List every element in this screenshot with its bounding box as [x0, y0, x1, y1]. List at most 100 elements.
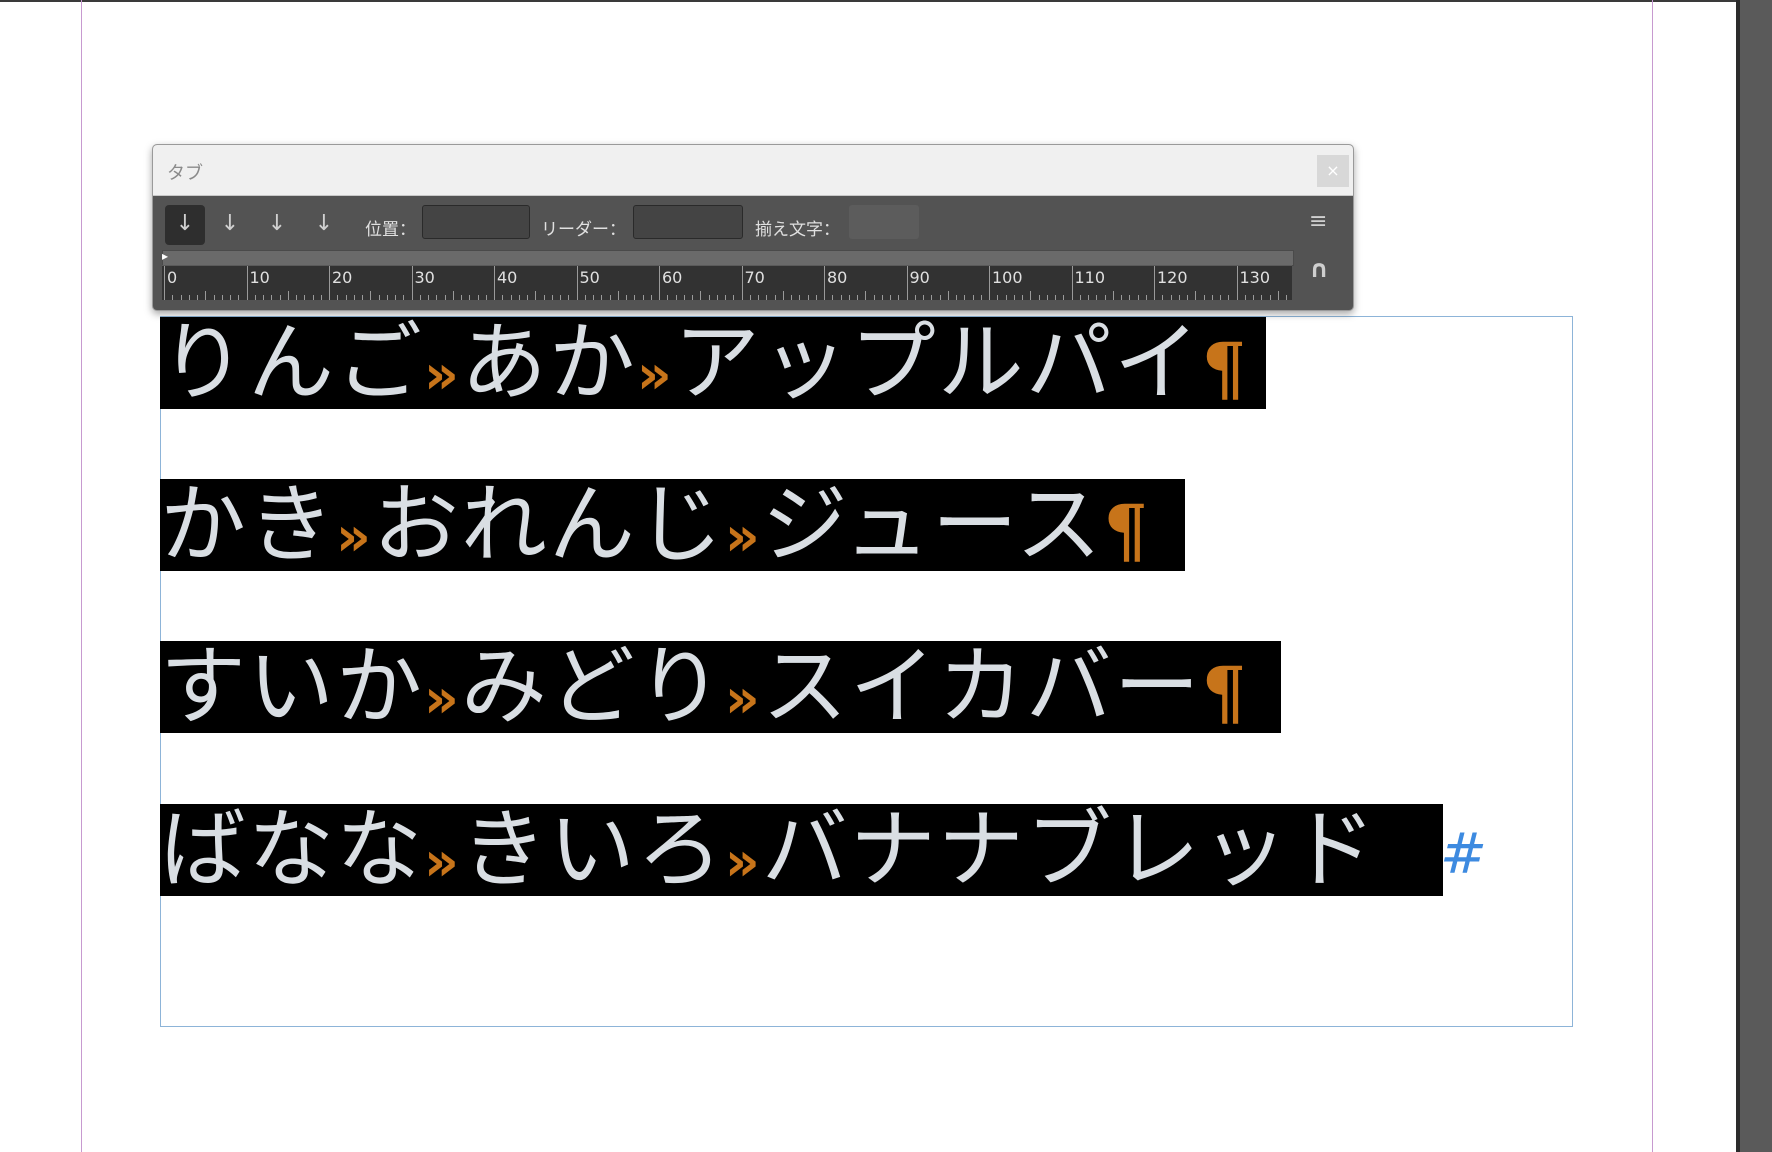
- panel-titlebar[interactable]: タブ ×: [153, 145, 1353, 196]
- vertical-scrollbar[interactable]: [1736, 0, 1772, 1152]
- ruler-minor-tick: [1013, 295, 1015, 300]
- ruler-minor-tick: [502, 295, 504, 300]
- leader-label: リーダー：: [541, 220, 626, 240]
- ruler-minor-tick: [469, 295, 471, 300]
- ruler-minor-tick: [221, 295, 223, 300]
- tab-stop-strip[interactable]: [162, 250, 1294, 266]
- ruler-minor-tick: [593, 295, 594, 300]
- close-button[interactable]: ×: [1317, 155, 1349, 187]
- ruler-major-tick: [906, 266, 908, 300]
- align-on-input[interactable]: [849, 205, 919, 239]
- ruler-minor-tick: [560, 295, 561, 300]
- ruler-minor-tick: [601, 295, 603, 300]
- ruler-tick-label: 10: [249, 268, 270, 287]
- ruler-minor-tick: [898, 295, 900, 300]
- ruler-minor-tick: [584, 295, 586, 300]
- leader-input[interactable]: [633, 205, 743, 239]
- ruler-minor-tick: [692, 295, 693, 300]
- ruler-minor-tick: [444, 295, 446, 300]
- ruler-minor-tick: [345, 295, 347, 300]
- line-2-word-2: おれんじ: [372, 475, 725, 575]
- text-line-1[interactable]: りんご»あか»アップルパイ¶: [160, 317, 1266, 410]
- line-1-word-1: りんご: [160, 313, 424, 413]
- ruler-minor-tick: [403, 295, 405, 300]
- ruler-minor-tick: [642, 295, 644, 300]
- ruler-minor-tick: [271, 295, 273, 300]
- ruler-minor-tick: [766, 295, 768, 300]
- position-input[interactable]: [422, 205, 530, 239]
- ruler-tick-label: 20: [332, 268, 353, 287]
- ruler-major-tick: [1236, 266, 1238, 300]
- align-to-decimal-tab-button[interactable]: ↓: [304, 205, 344, 245]
- ruler-major-tick: [494, 266, 495, 300]
- ruler-minor-tick: [263, 295, 264, 300]
- ruler-minor-tick: [758, 295, 759, 300]
- ruler-minor-tick: [700, 291, 702, 300]
- ruler-minor-tick: [617, 291, 619, 300]
- ruler-minor-tick: [337, 295, 339, 300]
- ruler-minor-tick: [1261, 295, 1263, 300]
- ruler-minor-tick: [1253, 295, 1254, 300]
- text-line-2[interactable]: かき»おれんじ»ジュース¶: [160, 479, 1185, 572]
- ruler-minor-tick: [279, 295, 281, 300]
- right-justified-tab-button[interactable]: ↓: [257, 205, 297, 245]
- ruler-major-tick: [246, 266, 248, 300]
- ruler-minor-tick: [1195, 291, 1197, 300]
- ruler-minor-tick: [799, 295, 801, 300]
- ruler-minor-tick: [419, 295, 421, 300]
- ruler-tick-label: 30: [414, 268, 435, 287]
- ruler-minor-tick: [832, 295, 834, 300]
- ruler-minor-tick: [873, 295, 875, 300]
- ruler-minor-tick: [774, 295, 776, 300]
- ruler-major-tick: [824, 266, 825, 300]
- ruler-minor-tick: [1228, 295, 1230, 300]
- ruler-minor-tick: [626, 295, 627, 300]
- ruler-minor-tick: [848, 295, 850, 300]
- ruler-minor-tick: [857, 295, 858, 300]
- ruler-minor-tick: [782, 291, 784, 300]
- ruler-major-tick: [659, 266, 660, 300]
- ruler-major-tick: [164, 266, 165, 300]
- ruler-minor-tick: [667, 295, 669, 300]
- text-line-4[interactable]: ばなな»きいろ»バナナブレッド: [160, 804, 1443, 896]
- ruler-minor-tick: [312, 295, 314, 300]
- ruler-minor-tick: [551, 295, 553, 300]
- ruler-minor-tick: [1088, 295, 1089, 300]
- text-line-3[interactable]: すいか»みどり»スイカバー¶: [160, 641, 1281, 734]
- line-4-word-3: バナナブレッド: [761, 800, 1378, 900]
- ruler-minor-tick: [964, 295, 966, 300]
- ruler-minor-tick: [543, 295, 545, 300]
- ruler-minor-tick: [1137, 295, 1139, 300]
- tab-character-mark: »: [724, 830, 762, 893]
- ruler-minor-tick: [708, 295, 710, 300]
- ruler-tick-label: 110: [1074, 268, 1106, 287]
- position-label: 位置：: [365, 220, 416, 240]
- ruler-minor-tick: [634, 295, 636, 300]
- ruler-minor-tick: [172, 295, 174, 300]
- ruler-minor-tick: [230, 295, 231, 300]
- ruler-minor-tick: [1178, 295, 1180, 300]
- ruler-minor-tick: [947, 291, 949, 300]
- left-justified-tab-button[interactable]: ↓: [165, 205, 205, 245]
- center-justified-tab-button[interactable]: ↓: [210, 205, 250, 245]
- ruler-minor-tick: [815, 295, 817, 300]
- ruler-minor-tick: [1277, 291, 1279, 300]
- ruler-minor-tick: [296, 295, 297, 300]
- tab-ruler[interactable]: 0 10 20 30 40 50 60 70 80 90 100 110 120 130: [162, 265, 1292, 300]
- ruler-minor-tick: [370, 291, 372, 300]
- indent-marker-icon[interactable]: ▸: [162, 249, 168, 263]
- ruler-minor-tick: [1046, 295, 1048, 300]
- line-3-word-3: スイカバー: [761, 637, 1202, 737]
- align-on-label: 揃え文字：: [755, 220, 840, 240]
- tabs-panel[interactable]: タブ × ↓ ↓ ↓ ↓ 位置： リーダー： 揃え文字： ≡ ▸ 0 10 20 30…: [152, 144, 1354, 311]
- ruler-minor-tick: [1220, 295, 1221, 300]
- panel-menu-icon[interactable]: ≡: [1309, 211, 1333, 233]
- line-4-word-2: きいろ: [460, 800, 725, 900]
- ruler-minor-tick: [1063, 295, 1065, 300]
- ruler-minor-tick: [923, 295, 924, 300]
- ruler-minor-tick: [1286, 295, 1287, 300]
- magnet-icon[interactable]: ∩: [1305, 255, 1333, 283]
- ruler-minor-tick: [931, 295, 933, 300]
- ruler-minor-tick: [188, 295, 190, 300]
- ruler-minor-tick: [716, 295, 718, 300]
